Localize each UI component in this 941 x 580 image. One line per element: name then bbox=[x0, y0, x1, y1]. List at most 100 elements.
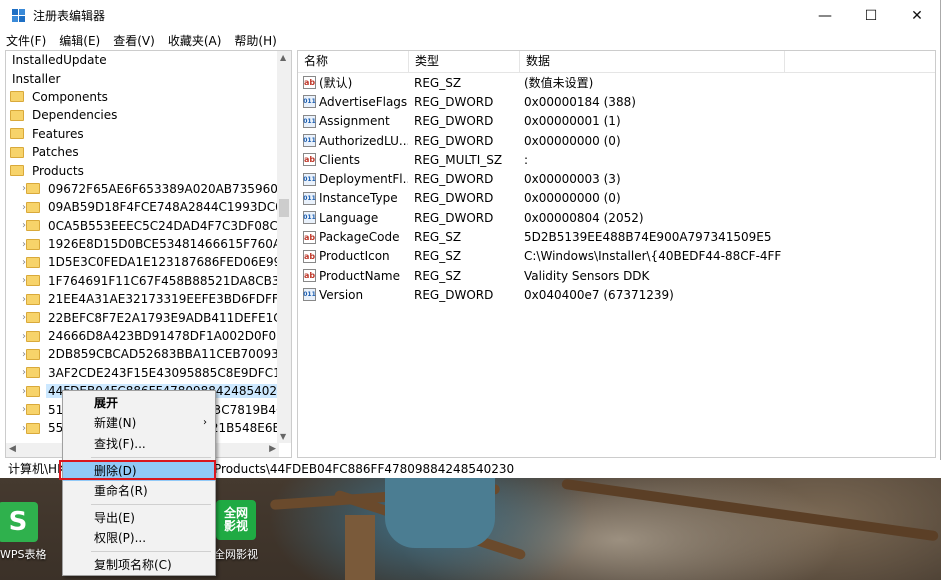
context-menu-export[interactable]: 导出(E) bbox=[63, 508, 215, 528]
menu-divider bbox=[91, 504, 211, 505]
value-name: PackageCode bbox=[319, 230, 400, 245]
tree-vertical-scrollbar[interactable]: ▲ ▼ bbox=[277, 51, 291, 443]
maximize-button[interactable]: ☐ bbox=[848, 0, 894, 31]
tree-node[interactable]: › 24666D8A423BD91478DF1A002D0F0BF5 bbox=[6, 327, 291, 345]
scroll-down-icon[interactable]: ▼ bbox=[280, 432, 286, 441]
string-value-icon: ab bbox=[303, 269, 316, 283]
tree-node[interactable]: › 3AF2CDE243F15E43095885C8E9DFC16C bbox=[6, 364, 291, 382]
tree-node[interactable]: › 1926E8D15D0BCE53481466615F760A7F bbox=[6, 235, 291, 253]
folder-icon bbox=[26, 183, 40, 195]
scroll-up-icon[interactable]: ▲ bbox=[280, 53, 286, 62]
value-type: REG_DWORD bbox=[414, 287, 494, 302]
context-menu: 展开 新建(N) › 查找(F)... 删除(D) 重命名(R) 导出(E) 权… bbox=[62, 390, 216, 576]
column-header-data[interactable]: 数据 bbox=[520, 51, 785, 72]
close-button[interactable]: ✕ bbox=[894, 0, 940, 31]
value-name: (默认) bbox=[319, 76, 353, 91]
value-data: 0x00000001 (1) bbox=[524, 114, 621, 129]
menu-edit[interactable]: 编辑(E) bbox=[59, 32, 100, 49]
tree-node[interactable]: Products bbox=[6, 161, 291, 179]
key-tree: InstalledUpdate Installer Components Depend… bbox=[6, 51, 291, 437]
tree-node[interactable]: › 1D5E3C0FEDA1E123187686FED06E995A bbox=[6, 253, 291, 271]
values-list-pane[interactable]: 名称 类型 数据 ab (默认) REG_SZ (数值未设置) 011 Advertise… bbox=[297, 50, 936, 458]
context-menu-find[interactable]: 查找(F)... bbox=[63, 434, 215, 454]
menu-file[interactable]: 文件(F) bbox=[6, 32, 46, 49]
folder-icon bbox=[26, 422, 40, 434]
folder-icon bbox=[26, 385, 40, 397]
tree-scroll-thumb[interactable] bbox=[279, 199, 289, 217]
column-header-name[interactable]: 名称 bbox=[298, 51, 409, 72]
title-bar[interactable]: 注册表编辑器 — ☐ ✕ bbox=[0, 0, 940, 31]
context-menu-new[interactable]: 新建(N) › bbox=[63, 413, 215, 433]
menu-divider bbox=[91, 551, 211, 552]
value-data: 0x040400e7 (67371239) bbox=[524, 287, 674, 302]
value-row[interactable]: 011 Language REG_DWORD 0x00000804 (2052) bbox=[298, 208, 935, 227]
minimize-button[interactable]: — bbox=[802, 0, 848, 31]
column-header-type[interactable]: 类型 bbox=[409, 51, 520, 72]
values-list-header: 名称 类型 数据 bbox=[298, 51, 935, 73]
value-row[interactable]: ab (默认) REG_SZ (数值未设置) bbox=[298, 73, 935, 92]
menu-favorites[interactable]: 收藏夹(A) bbox=[168, 32, 222, 49]
folder-icon bbox=[26, 238, 40, 250]
value-type: REG_SZ bbox=[414, 230, 462, 245]
menu-help[interactable]: 帮助(H) bbox=[234, 32, 276, 49]
scroll-right-icon[interactable]: ▶ bbox=[269, 444, 276, 454]
tree-node[interactable]: › 09AB59D18F4FCE748A2844C1993DC0E1 bbox=[6, 198, 291, 216]
tree-node[interactable]: InstalledUpdate bbox=[6, 51, 291, 69]
menu-view[interactable]: 查看(V) bbox=[113, 32, 155, 49]
tree-node-label: 1926E8D15D0BCE53481466615F760A7F bbox=[48, 237, 292, 252]
tree-node[interactable]: › 09672F65AE6F653389A020AB735960EE bbox=[6, 180, 291, 198]
context-menu-permissions[interactable]: 权限(P)... bbox=[63, 528, 215, 548]
scroll-left-icon[interactable]: ◀ bbox=[9, 444, 16, 454]
context-menu-copy-key-name[interactable]: 复制项名称(C) bbox=[63, 555, 215, 575]
tree-node[interactable]: › 22BEFC8F7E2A1793E9ADB411DEFE1C58 bbox=[6, 308, 291, 326]
tree-node[interactable]: Features bbox=[6, 125, 291, 143]
tree-node[interactable]: Dependencies bbox=[6, 106, 291, 124]
folder-icon bbox=[26, 367, 40, 379]
value-row[interactable]: 011 DeploymentFl... REG_DWORD 0x00000003 (3… bbox=[298, 169, 935, 188]
binary-value-icon: 011 bbox=[303, 95, 316, 109]
delete-highlight-box bbox=[59, 460, 216, 480]
value-data: : bbox=[524, 152, 529, 167]
tree-node[interactable]: Patches bbox=[6, 143, 291, 161]
binary-value-icon: 011 bbox=[303, 288, 316, 302]
tree-node[interactable]: › 21EE4A31AE32173319EEFE3BD6FDFFE3 bbox=[6, 290, 291, 308]
value-row[interactable]: 011 AuthorizedLU... REG_DWORD 0x00000000 (0… bbox=[298, 131, 935, 150]
wallpaper-figure bbox=[385, 478, 495, 548]
value-row[interactable]: 011 AdvertiseFlags REG_DWORD 0x00000184 (38… bbox=[298, 92, 935, 111]
value-row[interactable]: ab ProductName REG_SZ Validity Sensors DDK bbox=[298, 266, 935, 285]
value-data: 0x00000000 (0) bbox=[524, 133, 621, 148]
value-row[interactable]: 011 Version REG_DWORD 0x040400e7 (67371239) bbox=[298, 285, 935, 304]
value-row[interactable]: ab Clients REG_MULTI_SZ: bbox=[298, 150, 935, 169]
window-title: 注册表编辑器 bbox=[33, 9, 106, 23]
tree-node-label: 24666D8A423BD91478DF1A002D0F0BF5 bbox=[48, 329, 292, 344]
binary-value-icon: 011 bbox=[303, 211, 316, 225]
close-icon: ✕ bbox=[911, 7, 923, 24]
value-name: Version bbox=[319, 287, 364, 302]
value-type: REG_DWORD bbox=[414, 191, 494, 206]
tree-node[interactable]: Installer bbox=[6, 69, 291, 87]
folder-icon bbox=[26, 201, 40, 213]
tree-node[interactable]: › 0CA5B553EEEC5C24DAD4F7C3DF08C663 bbox=[6, 217, 291, 235]
value-type: REG_DWORD bbox=[414, 210, 494, 225]
value-row[interactable]: ab ProductIcon REG_SZ C:\Windows\Installer\… bbox=[298, 247, 935, 266]
folder-icon bbox=[26, 256, 40, 268]
wps-spreadsheet-icon[interactable]: S bbox=[0, 502, 38, 542]
value-data: Validity Sensors DDK bbox=[524, 268, 650, 283]
tree-node[interactable]: › 1F764691F11C67F458B88521DA8CB349 bbox=[6, 272, 291, 290]
context-menu-rename[interactable]: 重命名(R) bbox=[63, 481, 215, 501]
binary-value-icon: 011 bbox=[303, 172, 316, 186]
video-app-label[interactable]: 全网影视 bbox=[214, 546, 258, 562]
registry-editor-icon bbox=[12, 8, 26, 23]
context-menu-expand[interactable]: 展开 bbox=[63, 393, 215, 413]
tree-node-label: 09AB59D18F4FCE748A2844C1993DC0E1 bbox=[48, 200, 292, 215]
tree-node-label: Dependencies bbox=[32, 108, 118, 123]
tree-node[interactable]: › 2DB859CBCAD52683BBA11CEB700934D8 bbox=[6, 345, 291, 363]
tree-node[interactable]: Components bbox=[6, 88, 291, 106]
wps-spreadsheet-label[interactable]: WPS表格 bbox=[0, 546, 47, 562]
video-app-icon[interactable]: 全网影视 bbox=[216, 500, 256, 540]
value-row[interactable]: ab PackageCode REG_SZ 5D2B5139EE488B74E900A… bbox=[298, 227, 935, 246]
value-name: Clients bbox=[319, 152, 360, 167]
value-data: 0x00000003 (3) bbox=[524, 172, 621, 187]
value-row[interactable]: 011 InstanceType REG_DWORD 0x00000000 (0) bbox=[298, 189, 935, 208]
value-row[interactable]: 011 Assignment REG_DWORD 0x00000001 (1) bbox=[298, 112, 935, 131]
